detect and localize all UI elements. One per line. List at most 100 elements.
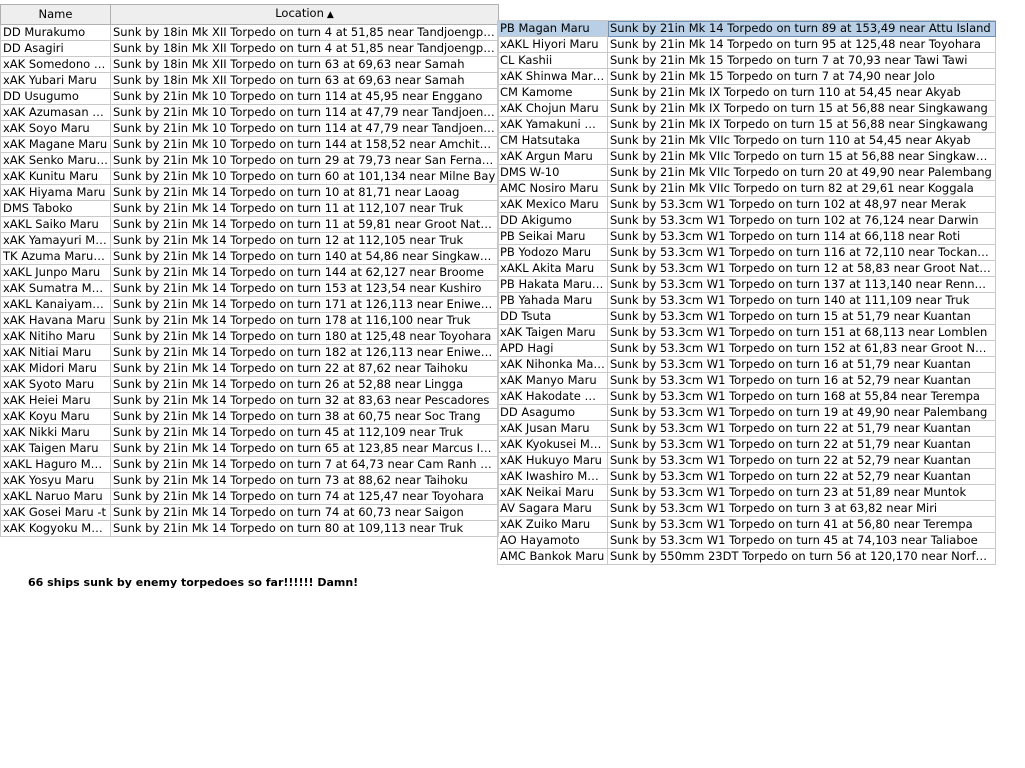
table-row[interactable]: PB Seikai Maru Sunk by 53.3cm W1 Torpedo … — [497, 228, 996, 245]
ship-name-cell[interactable]: PB Yahada Maru — [497, 292, 608, 309]
table-row[interactable]: DD Murakumo Sunk by 18in Mk XII Torpedo o… — [0, 24, 499, 41]
location-cell[interactable]: Sunk by 21in Mk VIIc Torpedo on turn 110… — [607, 132, 996, 149]
location-cell[interactable]: Sunk by 21in Mk 14 Torpedo on turn 144 a… — [110, 264, 499, 281]
ship-name-cell[interactable]: xAKL Hiyori Maru — [497, 36, 608, 53]
table-row[interactable]: xAK Mexico Maru Sunk by 53.3cm W1 Torpedo… — [497, 196, 996, 213]
location-cell[interactable]: Sunk by 53.3cm W1 Torpedo on turn 22 at … — [607, 468, 996, 485]
ship-name-cell[interactable]: AV Sagara Maru — [497, 500, 608, 517]
table-row[interactable]: AMC Nosiro Maru Sunk by 21in Mk VIIc Torp… — [497, 180, 996, 197]
location-cell[interactable]: Sunk by 53.3cm W1 Torpedo on turn 22 at … — [607, 452, 996, 469]
location-cell[interactable]: Sunk by 21in Mk 14 Torpedo on turn 180 a… — [110, 328, 499, 345]
table-row[interactable]: xAKL Naruo Maru Sunk by 21in Mk 14 Torped… — [0, 488, 499, 505]
location-cell[interactable]: Sunk by 53.3cm W1 Torpedo on turn 45 at … — [607, 532, 996, 549]
table-row[interactable]: xAKL Haguro Maru Sunk by 21in Mk 14 Torpe… — [0, 456, 499, 473]
table-row[interactable]: xAK Hukuyo Maru Sunk by 53.3cm W1 Torpedo… — [497, 452, 996, 469]
table-row[interactable]: CM Kamome Sunk by 21in Mk IX Torpedo on t… — [497, 84, 996, 101]
location-cell[interactable]: Sunk by 21in Mk 14 Torpedo on turn 11 at… — [110, 200, 499, 217]
location-cell[interactable]: Sunk by 53.3cm W1 Torpedo on turn 16 at … — [607, 372, 996, 389]
table-row[interactable]: PB Hakata Maru #2 Sunk by 53.3cm W1 Torpe… — [497, 276, 996, 293]
table-row[interactable]: xAK Midori Maru Sunk by 21in Mk 14 Torped… — [0, 360, 499, 377]
location-cell[interactable]: Sunk by 18in Mk XII Torpedo on turn 63 a… — [110, 72, 499, 89]
location-cell[interactable]: Sunk by 21in Mk IX Torpedo on turn 15 at… — [607, 100, 996, 117]
table-row[interactable]: xAK Heiei Maru Sunk by 21in Mk 14 Torpedo… — [0, 392, 499, 409]
table-row[interactable]: DD Tsuta Sunk by 53.3cm W1 Torpedo on tur… — [497, 308, 996, 325]
location-cell[interactable]: Sunk by 53.3cm W1 Torpedo on turn 41 at … — [607, 516, 996, 533]
location-cell[interactable]: Sunk by 53.3cm W1 Torpedo on turn 19 at … — [607, 404, 996, 421]
location-cell[interactable]: Sunk by 21in Mk 14 Torpedo on turn 11 at… — [110, 216, 499, 233]
table-row[interactable]: xAK Nitiai Maru Sunk by 21in Mk 14 Torped… — [0, 344, 499, 361]
location-cell[interactable]: Sunk by 21in Mk 10 Torpedo on turn 114 a… — [110, 104, 499, 121]
ship-name-cell[interactable]: xAK Senko Maru -t — [0, 152, 111, 169]
ship-name-cell[interactable]: xAK Shinwa Maru -t — [497, 68, 608, 85]
location-cell[interactable]: Sunk by 53.3cm W1 Torpedo on turn 114 at… — [607, 228, 996, 245]
location-cell[interactable]: Sunk by 21in Mk 15 Torpedo on turn 7 at … — [607, 68, 996, 85]
ship-name-cell[interactable]: DD Asagiri — [0, 40, 111, 57]
ship-name-cell[interactable]: xAK Heiei Maru — [0, 392, 111, 409]
location-cell[interactable]: Sunk by 18in Mk XII Torpedo on turn 63 a… — [110, 56, 499, 73]
table-row[interactable]: xAK Havana Maru Sunk by 21in Mk 14 Torped… — [0, 312, 499, 329]
table-row[interactable]: xAKL Saiko Maru Sunk by 21in Mk 14 Torped… — [0, 216, 499, 233]
table-row[interactable]: CL Kashii Sunk by 21in Mk 15 Torpedo on t… — [497, 52, 996, 69]
location-cell[interactable]: Sunk by 53.3cm W1 Torpedo on turn 116 at… — [607, 244, 996, 261]
location-cell[interactable]: Sunk by 18in Mk XII Torpedo on turn 4 at… — [110, 24, 499, 41]
ship-name-cell[interactable]: xAK Argun Maru — [497, 148, 608, 165]
location-cell[interactable]: Sunk by 53.3cm W1 Torpedo on turn 168 at… — [607, 388, 996, 405]
location-cell[interactable]: Sunk by 21in Mk 14 Torpedo on turn 80 at… — [110, 520, 499, 537]
table-row[interactable]: xAK Argun Maru Sunk by 21in Mk VIIc Torpe… — [497, 148, 996, 165]
table-row[interactable]: xAK Zuiko Maru Sunk by 53.3cm W1 Torpedo … — [497, 516, 996, 533]
location-cell[interactable]: Sunk by 21in Mk 14 Torpedo on turn 140 a… — [110, 248, 499, 265]
ship-name-cell[interactable]: xAK Gosei Maru -t — [0, 504, 111, 521]
location-cell[interactable]: Sunk by 21in Mk 10 Torpedo on turn 60 at… — [110, 168, 499, 185]
location-cell[interactable]: Sunk by 53.3cm W1 Torpedo on turn 102 at… — [607, 212, 996, 229]
ship-name-cell[interactable]: xAK Neikai Maru — [497, 484, 608, 501]
ship-name-cell[interactable]: AMC Bankok Maru — [497, 548, 608, 565]
location-cell[interactable]: Sunk by 53.3cm W1 Torpedo on turn 3 at 6… — [607, 500, 996, 517]
ship-name-cell[interactable]: xAK Yamakuni Ma... — [497, 116, 608, 133]
table-row[interactable]: xAK Yubari Maru Sunk by 18in Mk XII Torpe… — [0, 72, 499, 89]
table-row[interactable]: PB Yodozo Maru Sunk by 53.3cm W1 Torpedo … — [497, 244, 996, 261]
location-cell[interactable]: Sunk by 21in Mk 14 Torpedo on turn 73 at… — [110, 472, 499, 489]
location-cell[interactable]: Sunk by 21in Mk 14 Torpedo on turn 153 a… — [110, 280, 499, 297]
table-row[interactable]: xAKL Kanaiyama ... Sunk by 21in Mk 14 Tor… — [0, 296, 499, 313]
location-cell[interactable]: Sunk by 21in Mk 14 Torpedo on turn 10 at… — [110, 184, 499, 201]
ship-name-cell[interactable]: xAKL Kanaiyama ... — [0, 296, 111, 313]
table-row[interactable]: xAK Yamayuri Maru Sunk by 21in Mk 14 Torp… — [0, 232, 499, 249]
table-row[interactable]: TK Azuma Maru #2 Sunk by 21in Mk 14 Torpe… — [0, 248, 499, 265]
table-row[interactable]: DMS W-10 Sunk by 21in Mk VIIc Torpedo on … — [497, 164, 996, 181]
location-cell[interactable]: Sunk by 21in Mk 14 Torpedo on turn 12 at… — [110, 232, 499, 249]
location-cell[interactable]: Sunk by 21in Mk 10 Torpedo on turn 114 a… — [110, 88, 499, 105]
ship-name-cell[interactable]: xAK Chojun Maru — [497, 100, 608, 117]
ship-name-cell[interactable]: xAK Iwashiro Maru — [497, 468, 608, 485]
ship-name-cell[interactable]: xAKL Naruo Maru — [0, 488, 111, 505]
ship-name-cell[interactable]: xAK Soyo Maru — [0, 120, 111, 137]
ship-name-cell[interactable]: xAK Syoto Maru — [0, 376, 111, 393]
ship-name-cell[interactable]: xAK Nitiai Maru — [0, 344, 111, 361]
location-cell[interactable]: Sunk by 21in Mk VIIc Torpedo on turn 82 … — [607, 180, 996, 197]
location-cell[interactable]: Sunk by 53.3cm W1 Torpedo on turn 15 at … — [607, 308, 996, 325]
ship-name-cell[interactable]: xAK Yosyu Maru — [0, 472, 111, 489]
ship-name-cell[interactable]: xAK Havana Maru — [0, 312, 111, 329]
ship-name-cell[interactable]: DD Tsuta — [497, 308, 608, 325]
location-cell[interactable]: Sunk by 53.3cm W1 Torpedo on turn 16 at … — [607, 356, 996, 373]
location-cell[interactable]: Sunk by 21in Mk VIIc Torpedo on turn 15 … — [607, 148, 996, 165]
table-row[interactable]: xAK Iwashiro Maru Sunk by 53.3cm W1 Torpe… — [497, 468, 996, 485]
ship-name-cell[interactable]: AO Hayamoto — [497, 532, 608, 549]
location-cell[interactable]: Sunk by 21in Mk 15 Torpedo on turn 7 at … — [607, 52, 996, 69]
table-row[interactable]: xAKL Akita Maru Sunk by 53.3cm W1 Torpedo… — [497, 260, 996, 277]
table-row[interactable]: xAK Neikai Maru Sunk by 53.3cm W1 Torpedo… — [497, 484, 996, 501]
location-cell[interactable]: Sunk by 21in Mk 10 Torpedo on turn 144 a… — [110, 136, 499, 153]
table-row[interactable]: AO Hayamoto Sunk by 53.3cm W1 Torpedo on … — [497, 532, 996, 549]
table-row[interactable]: xAK Nihonka Mar... Sunk by 53.3cm W1 Torp… — [497, 356, 996, 373]
ship-name-cell[interactable]: DD Asagumo — [497, 404, 608, 421]
table-row[interactable]: DD Asagiri Sunk by 18in Mk XII Torpedo on… — [0, 40, 499, 57]
ship-name-cell[interactable]: PB Hakata Maru #2 — [497, 276, 608, 293]
table-row[interactable]: CM Hatsutaka Sunk by 21in Mk VIIc Torpedo… — [497, 132, 996, 149]
location-cell[interactable]: Sunk by 21in Mk 14 Torpedo on turn 171 a… — [110, 296, 499, 313]
table-row[interactable]: xAKL Hiyori Maru Sunk by 21in Mk 14 Torpe… — [497, 36, 996, 53]
ship-name-cell[interactable]: xAK Koyu Maru — [0, 408, 111, 425]
ship-name-cell[interactable]: xAK Yamayuri Maru — [0, 232, 111, 249]
location-cell[interactable]: Sunk by 53.3cm W1 Torpedo on turn 102 at… — [607, 196, 996, 213]
ship-name-cell[interactable]: DD Murakumo — [0, 24, 111, 41]
table-row[interactable]: xAK Nitiho Maru Sunk by 21in Mk 14 Torped… — [0, 328, 499, 345]
ship-name-cell[interactable]: PB Yodozo Maru — [497, 244, 608, 261]
